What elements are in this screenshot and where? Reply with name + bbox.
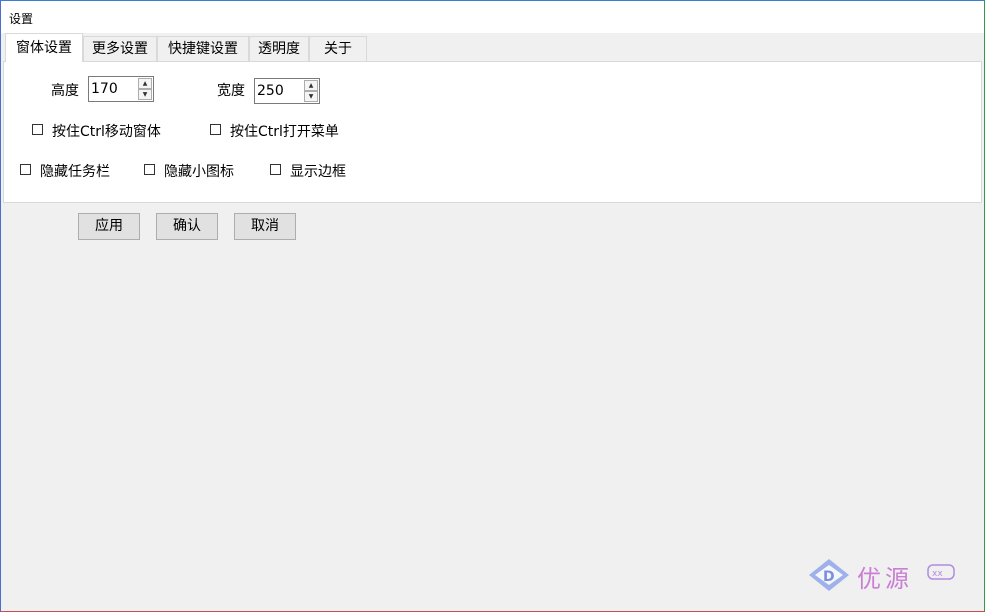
- apply-button[interactable]: 应用: [78, 213, 140, 240]
- window-title: 设置: [9, 12, 34, 26]
- width-label: 宽度: [217, 83, 245, 99]
- ctrl-menu-label: 按住Ctrl打开菜单: [230, 124, 339, 140]
- tab-transparency[interactable]: 透明度: [249, 36, 309, 61]
- show-border-checkbox-box[interactable]: [270, 164, 281, 175]
- height-down-button[interactable]: ▼: [138, 89, 152, 100]
- hide-tray-checkbox-box[interactable]: [144, 164, 155, 175]
- hide-tray-label: 隐藏小图标: [164, 164, 234, 180]
- hide-taskbar-checkbox-box[interactable]: [20, 164, 31, 175]
- width-up-button[interactable]: ▲: [304, 80, 318, 91]
- confirm-button[interactable]: 确认: [156, 213, 218, 240]
- watermark-diamond-icon: D: [809, 559, 849, 591]
- hide-taskbar-checkbox[interactable]: 隐藏任务栏: [20, 161, 130, 180]
- watermark-badge-icon: xx: [927, 564, 955, 580]
- watermark-logo: D 优源 xx: [807, 557, 957, 593]
- ctrl-move-checkbox[interactable]: 按住Ctrl移动窗体: [32, 121, 192, 140]
- ctrl-menu-checkbox-box[interactable]: [210, 124, 221, 135]
- settings-window: 设置 窗体设置 更多设置 快捷键设置 透明度 关于 高度 ▲ ▼ 宽度 ▲ ▼ …: [0, 0, 985, 612]
- tab-strip: 窗体设置 更多设置 快捷键设置 透明度 关于: [1, 33, 984, 62]
- show-border-checkbox[interactable]: 显示边框: [270, 161, 370, 180]
- ctrl-move-checkbox-box[interactable]: [32, 124, 43, 135]
- width-spinbox[interactable]: ▲ ▼: [254, 78, 320, 104]
- height-up-button[interactable]: ▲: [138, 78, 152, 89]
- ctrl-menu-checkbox[interactable]: 按住Ctrl打开菜单: [210, 121, 370, 140]
- cancel-button[interactable]: 取消: [234, 213, 296, 240]
- height-spinbox[interactable]: ▲ ▼: [88, 76, 154, 102]
- tab-shortcut-settings[interactable]: 快捷键设置: [157, 36, 249, 61]
- height-label: 高度: [51, 83, 79, 99]
- title-bar[interactable]: 设置: [1, 1, 984, 33]
- hide-taskbar-label: 隐藏任务栏: [40, 164, 110, 180]
- width-input[interactable]: [255, 79, 301, 103]
- tab-about[interactable]: 关于: [309, 36, 367, 61]
- watermark-text: 优源: [857, 565, 913, 593]
- width-down-button[interactable]: ▼: [304, 91, 318, 102]
- svg-text:D: D: [823, 569, 835, 585]
- svg-text:xx: xx: [932, 569, 943, 579]
- ctrl-move-label: 按住Ctrl移动窗体: [52, 124, 161, 140]
- window-settings-panel: 高度 ▲ ▼ 宽度 ▲ ▼ 按住Ctrl移动窗体 按住Ctrl打开菜单: [3, 61, 982, 203]
- show-border-label: 显示边框: [290, 164, 346, 180]
- hide-tray-checkbox[interactable]: 隐藏小图标: [144, 161, 254, 180]
- tab-more-settings[interactable]: 更多设置: [83, 36, 157, 61]
- tab-window-settings[interactable]: 窗体设置: [5, 33, 83, 62]
- height-input[interactable]: [89, 77, 135, 101]
